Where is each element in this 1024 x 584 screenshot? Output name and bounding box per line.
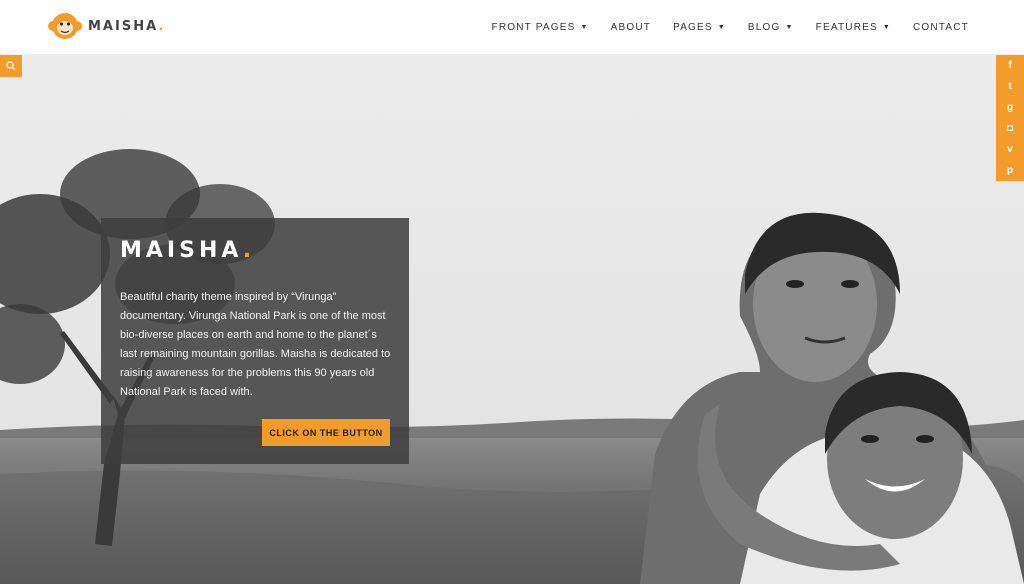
hero-title-text: MAISHA	[120, 238, 243, 263]
nav-item-label: PAGES	[673, 21, 713, 33]
nav-item-label: FEATURES	[815, 21, 878, 33]
search-button[interactable]	[0, 55, 22, 77]
google-plus-icon[interactable]: g	[996, 97, 1024, 118]
facebook-icon[interactable]: f	[996, 55, 1024, 76]
hero-section: MAISHA. Beautiful charity theme inspired…	[0, 54, 1024, 584]
search-icon	[6, 61, 16, 71]
nav-item-contact[interactable]: CONTACT	[913, 22, 969, 33]
hero-card: MAISHA. Beautiful charity theme inspired…	[101, 218, 409, 464]
social-sidebar: f t g ◘ v p	[996, 55, 1024, 181]
caret-down-icon: ▼	[882, 23, 891, 31]
brand-name: MAISHA	[88, 18, 159, 34]
site-header: MAISHA. FRONT PAGES ▼ ABOUT PAGES ▼ BLOG ▼ FEAT…	[0, 0, 1024, 54]
nav-item-features[interactable]: FEATURES ▼	[816, 22, 891, 33]
logo[interactable]: MAISHA.	[47, 8, 165, 44]
caret-down-icon: ▼	[717, 23, 726, 31]
brand-dot: .	[158, 18, 166, 34]
nav-item-blog[interactable]: BLOG ▼	[748, 22, 794, 33]
vimeo-icon[interactable]: v	[996, 139, 1024, 160]
nav-item-label: ABOUT	[610, 21, 652, 33]
nav-item-front-pages[interactable]: FRONT PAGES ▼	[492, 22, 589, 33]
nav-item-label: FRONT PAGES	[491, 21, 576, 33]
nav-item-label: BLOG	[747, 21, 781, 33]
nav-item-pages[interactable]: PAGES ▼	[673, 22, 726, 33]
hero-title-dot: .	[242, 238, 256, 263]
caret-down-icon: ▼	[785, 23, 794, 31]
nav-item-label: CONTACT	[913, 21, 969, 33]
pinterest-icon[interactable]: p	[996, 160, 1024, 181]
hero-description: Beautiful charity theme inspired by “Vir…	[120, 291, 391, 398]
instagram-icon[interactable]: ◘	[996, 118, 1024, 139]
caret-down-icon: ▼	[580, 23, 589, 31]
nav-item-about[interactable]: ABOUT	[611, 22, 651, 33]
twitter-icon[interactable]: t	[996, 76, 1024, 97]
main-nav: FRONT PAGES ▼ ABOUT PAGES ▼ BLOG ▼ FEATURES ▼ CON…	[470, 0, 969, 54]
cta-button[interactable]: CLICK ON THE BUTTON	[262, 419, 390, 446]
monkey-logo-icon	[48, 13, 82, 39]
hero-title: MAISHA.	[120, 238, 255, 263]
